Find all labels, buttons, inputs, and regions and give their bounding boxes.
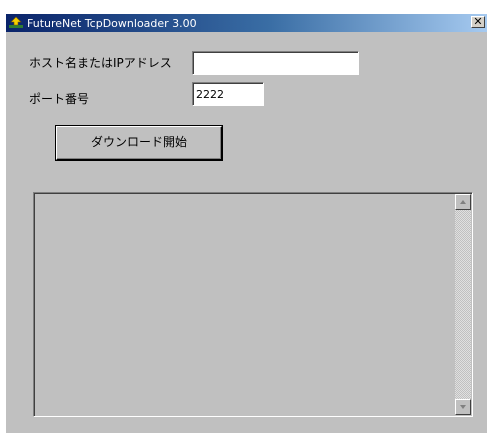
port-label: ポート番号 (29, 92, 90, 106)
download-start-label: ダウンロード開始 (90, 135, 187, 149)
chevron-down-icon (460, 405, 466, 409)
app-window: FutureNet TcpDownloader 3.00 ✕ ホスト名またはIP… (6, 14, 487, 433)
close-icon: ✕ (473, 15, 483, 28)
log-area[interactable] (33, 192, 473, 417)
host-label: ホスト名またはIPアドレス (29, 56, 172, 70)
title-bar[interactable]: FutureNet TcpDownloader 3.00 ✕ (6, 14, 487, 32)
host-input[interactable] (192, 51, 359, 75)
port-input[interactable] (192, 82, 264, 106)
window-title: FutureNet TcpDownloader 3.00 (27, 16, 197, 30)
download-start-button[interactable]: ダウンロード開始 (56, 126, 222, 160)
close-button[interactable]: ✕ (471, 16, 485, 28)
chevron-up-icon (460, 200, 466, 204)
app-icon (8, 15, 24, 31)
log-scrollbar[interactable] (455, 194, 471, 415)
scroll-down-button[interactable] (455, 399, 471, 415)
scroll-up-button[interactable] (455, 194, 471, 210)
